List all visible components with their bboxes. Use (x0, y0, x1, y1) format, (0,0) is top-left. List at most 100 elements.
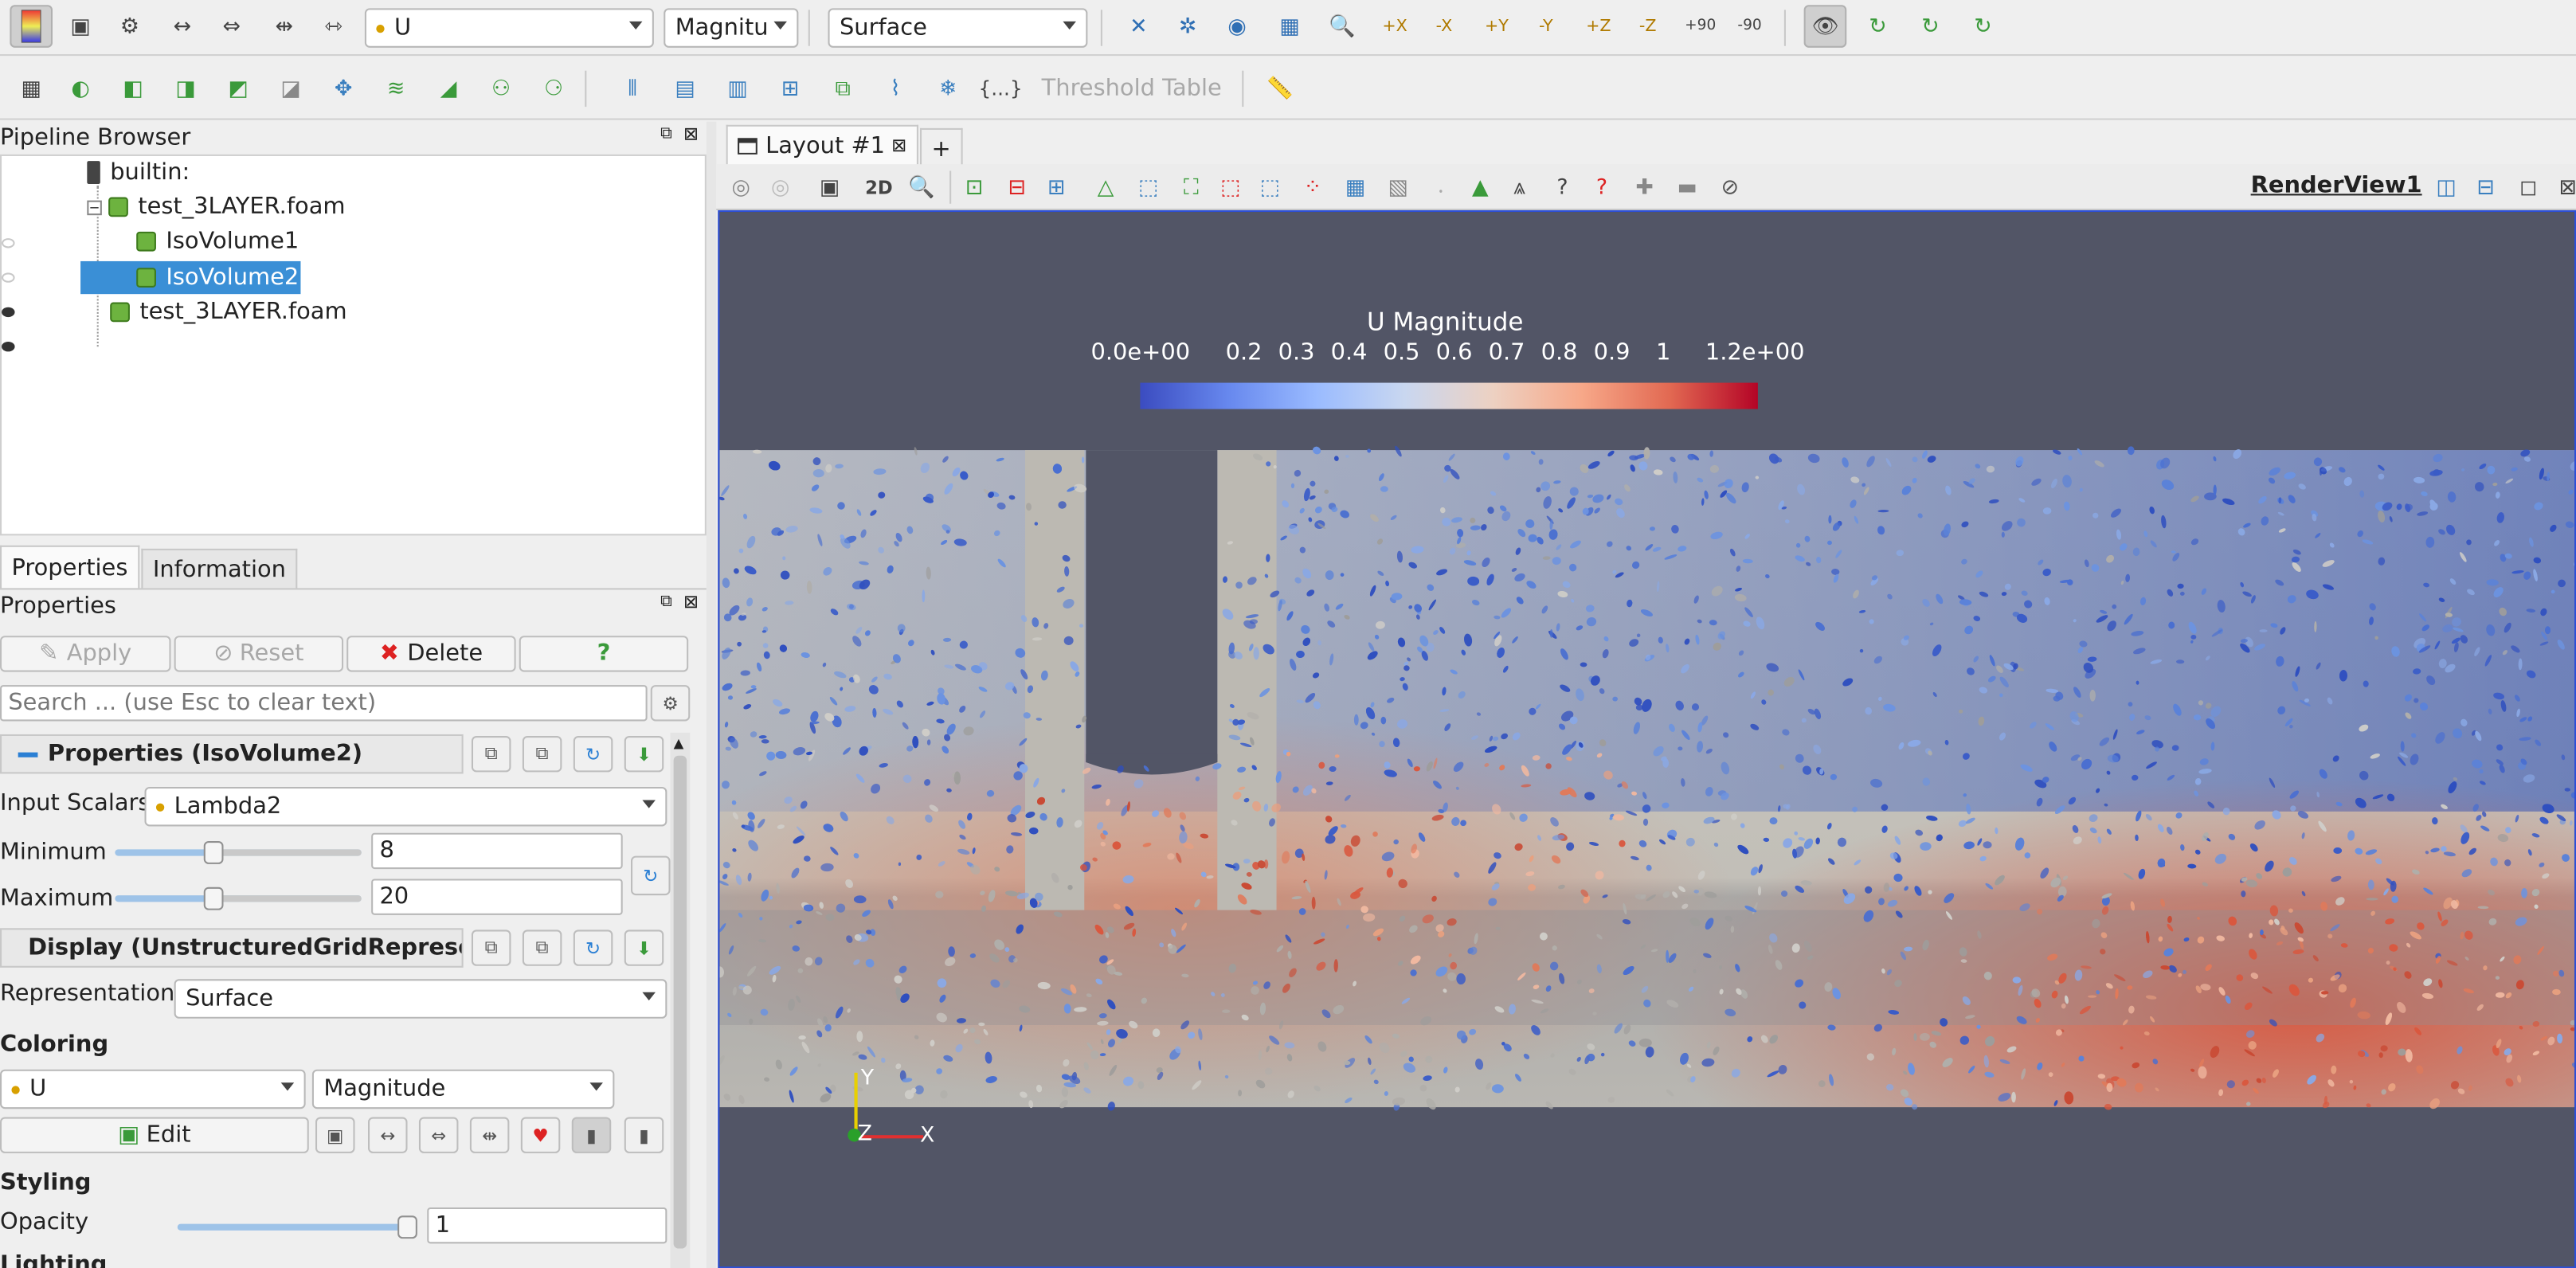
float-icon[interactable]: ⧉ (660, 125, 672, 143)
close-tab-icon[interactable]: ⊠ (891, 135, 906, 156)
slice-icon[interactable]: ◨ (164, 68, 207, 111)
subtract-selection-icon[interactable]: ▬ (1666, 166, 1709, 209)
camera-icon[interactable]: ▣ (808, 166, 851, 209)
view-minus-y-icon[interactable]: -Y (1525, 5, 1568, 48)
snowflake-icon[interactable]: ❄ (926, 68, 969, 111)
properties-scrollbar[interactable]: ▲ (670, 732, 691, 1268)
array-combo[interactable]: U (364, 8, 654, 48)
select-block-icon[interactable]: ⬚ (1127, 166, 1170, 209)
color-component-combo[interactable]: Magnitude (311, 1069, 615, 1110)
extract-level-icon[interactable]: ⚆ (532, 68, 575, 111)
close-icon[interactable]: ⊠ (683, 123, 699, 145)
favorite-icon[interactable]: ♥ (520, 1117, 561, 1153)
rotate-plus-90-icon[interactable]: +90 (1679, 5, 1722, 48)
view-plus-z-icon[interactable]: +Z (1577, 5, 1620, 48)
view-plus-y-icon[interactable]: +Y (1475, 5, 1518, 48)
extract-subset-icon[interactable]: ◪ (269, 68, 312, 111)
eye-hidden-icon[interactable] (2, 272, 15, 283)
select-polygon-icon[interactable]: △ (1084, 166, 1127, 209)
calculator-icon[interactable]: ▦ (10, 68, 53, 111)
properties-section-header[interactable]: Properties (IsoVolume2) (0, 734, 464, 774)
view-minus-z-icon[interactable]: -Z (1627, 5, 1670, 48)
color-array-combo[interactable]: U (0, 1069, 306, 1110)
float-icon[interactable]: ⧉ (660, 593, 672, 612)
colormap-icon[interactable] (10, 5, 53, 48)
plot-attributes-icon[interactable]: ⧉ (821, 68, 864, 111)
plot-over-line-icon[interactable]: ⫴ (611, 68, 654, 111)
split-vertical-icon[interactable]: ⊟ (2464, 166, 2507, 209)
close-icon[interactable]: ⊠ (683, 592, 699, 613)
rescale-range-icon[interactable]: ↔ (161, 5, 204, 48)
display-section-header[interactable]: Display (UnstructuredGridRepresen (0, 928, 464, 968)
stream-tracer-icon[interactable]: ≋ (374, 68, 417, 111)
reload-defaults-icon[interactable]: ↻ (573, 929, 613, 966)
clear-selection-icon[interactable]: ⊘ (1709, 166, 1752, 209)
threshold-icon[interactable]: ◩ (217, 68, 260, 111)
threshold-table-label[interactable]: Threshold Table (1042, 76, 1222, 102)
edit-colormap-icon[interactable]: ▣ (59, 5, 102, 48)
maximize-icon[interactable]: ◻ (2507, 166, 2550, 209)
rescale-custom-icon[interactable]: ⇔ (210, 5, 253, 48)
select-cells-on-icon[interactable]: ⊡ (953, 166, 996, 209)
select-points-through-icon[interactable]: ⁘ (1291, 166, 1334, 209)
tab-layout-1[interactable]: Layout #1 ⊠ (726, 124, 918, 165)
reset-button[interactable]: ⊘ Reset (174, 636, 344, 672)
eye-hidden-icon[interactable] (2, 238, 15, 249)
reload-icon[interactable]: ↻ (1857, 5, 1900, 48)
toggle-camera-interaction-icon[interactable]: 👁 (1803, 5, 1847, 48)
close-view-icon[interactable]: ⊠ (2547, 166, 2576, 209)
zoom-to-data-icon[interactable]: ✲ (1166, 5, 1209, 48)
plot-selection-over-time-icon[interactable]: ▧ (1376, 166, 1419, 209)
collapse-icon[interactable]: − (87, 199, 102, 215)
component-combo[interactable]: Magnitu (664, 8, 799, 48)
representation-select[interactable]: Surface (174, 979, 667, 1019)
find-data-icon[interactable]: ⩓ (1498, 166, 1541, 209)
plot-selection-icon[interactable]: ▤ (664, 68, 707, 111)
extract-selection-icon[interactable]: ▦ (1334, 166, 1377, 209)
apply-button[interactable]: ✎ Apply (0, 636, 171, 672)
hover-cells-icon[interactable]: ▲ (1459, 166, 1502, 209)
select-cells-through-icon[interactable]: ⊞ (1035, 166, 1078, 209)
eye-visible-icon[interactable] (2, 342, 15, 352)
tree-item-isovolume2[interactable]: IsoVolume2 (80, 260, 301, 295)
python-calculator-icon[interactable]: {...} (979, 68, 1023, 111)
tree-item-foam-2[interactable]: test_3LAYER.foam (110, 295, 347, 328)
input-scalars-combo[interactable]: Lambda2 (144, 786, 667, 827)
zoom-to-box-icon[interactable]: 🔍 (1321, 5, 1364, 48)
eye-visible-icon[interactable] (2, 307, 15, 318)
paste-icon[interactable]: ⧉ (522, 929, 562, 966)
zoom-icon[interactable]: 🔍 (900, 166, 943, 209)
save-defaults-icon[interactable]: ⬇ (624, 929, 664, 966)
tab-information[interactable]: Information (141, 548, 298, 589)
hover-points-icon[interactable]: ⸳ (1419, 166, 1462, 209)
maximum-field[interactable]: 20 (371, 879, 623, 915)
opacity-slider[interactable] (177, 1215, 417, 1239)
render-view[interactable]: U Magnitude 0.0e+00 0.2 0.3 0.4 0.5 0.6 … (718, 210, 2576, 1268)
maximum-slider[interactable] (115, 886, 362, 910)
refresh-a-icon[interactable]: ↻ (1909, 5, 1952, 48)
reload-defaults-icon[interactable]: ↻ (573, 736, 613, 773)
histogram-icon[interactable]: ▥ (716, 68, 759, 111)
save-defaults-icon[interactable]: ⬇ (624, 736, 664, 773)
opacity-field[interactable]: 1 (427, 1207, 667, 1244)
interactive-select-icon[interactable]: ⛶ (1170, 166, 1213, 209)
representation-combo[interactable]: Surface (828, 8, 1088, 48)
zoom-closest-icon[interactable]: ◉ (1216, 5, 1259, 48)
scale-range-icon[interactable]: ↻ (631, 855, 671, 896)
add-selection-icon[interactable]: ✚ (1623, 166, 1666, 209)
advanced-settings-icon[interactable]: ⚙ (650, 685, 691, 722)
paste-icon[interactable]: ⧉ (522, 736, 562, 773)
new-layout-tab[interactable]: + (920, 127, 963, 168)
minimum-slider[interactable] (115, 841, 362, 864)
copy-icon[interactable]: ⧉ (471, 736, 511, 773)
tooltip-icon[interactable]: ? (1541, 166, 1584, 209)
plot-over-time-icon[interactable]: ⌇ (874, 68, 917, 111)
reset-camera-icon[interactable]: ✕ (1118, 5, 1161, 48)
help-button[interactable]: ? (519, 636, 689, 672)
choose-preset-icon[interactable]: ▣ (315, 1117, 355, 1153)
tree-item-isovolume1[interactable]: IsoVolume1 (136, 225, 299, 258)
contour-icon[interactable]: ◐ (59, 68, 102, 111)
tree-item-foam-1[interactable]: − test_3LAYER.foam (87, 190, 346, 223)
select-points-on-icon[interactable]: ⊟ (996, 166, 1039, 209)
shrink-selection-icon[interactable]: ⬚ (1249, 166, 1292, 209)
